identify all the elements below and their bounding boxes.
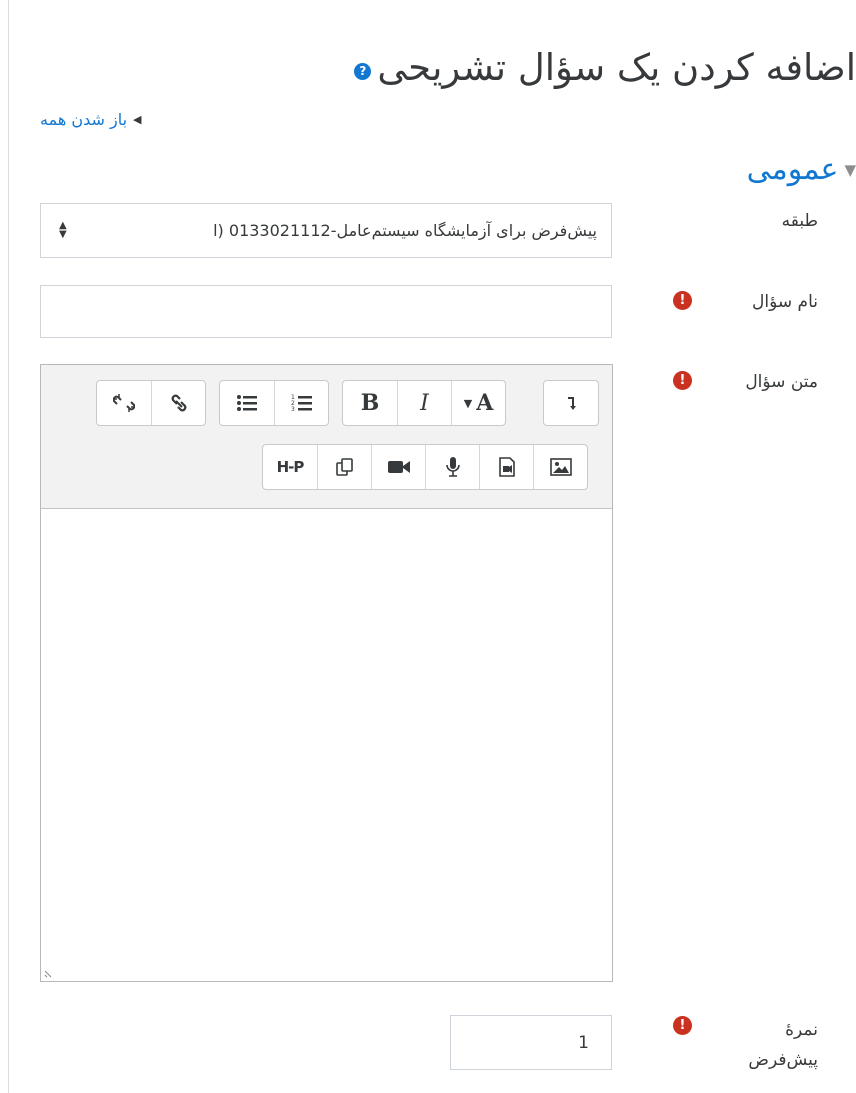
required-icon: ! — [673, 1016, 692, 1035]
page-left-border — [8, 0, 9, 1093]
question-text-label: متن سؤال — [745, 372, 818, 392]
question-name-input[interactable] — [40, 285, 612, 338]
unordered-list-icon — [237, 395, 257, 411]
expand-all-link[interactable]: ◀ باز شدن همه — [40, 110, 142, 129]
editor-content-area[interactable] — [41, 509, 612, 981]
microphone-icon — [445, 457, 460, 477]
h5p-button[interactable]: H-P — [263, 445, 317, 489]
copy-files-icon — [335, 458, 353, 476]
italic-button[interactable]: I — [397, 381, 451, 425]
video-button[interactable] — [371, 445, 425, 489]
video-camera-icon — [387, 461, 410, 473]
unlink-icon — [113, 394, 135, 412]
toolbar-group-media: H-P — [262, 444, 588, 490]
page-title-text: اضافه کردن یک سؤال تشریحی — [377, 46, 856, 89]
unlink-button[interactable] — [97, 381, 151, 425]
bold-button[interactable]: B — [343, 381, 397, 425]
image-button[interactable] — [533, 445, 587, 489]
svg-text:3: 3 — [291, 406, 295, 413]
question-text-editor[interactable]: B I ▼ A 1 2 3 H-P — [40, 364, 613, 982]
toolbar-group-format: B I ▼ A — [342, 380, 506, 426]
editor-toolbar: B I ▼ A 1 2 3 H-P — [41, 365, 612, 509]
audio-button[interactable] — [425, 445, 479, 489]
category-label: طبقه — [781, 211, 818, 231]
dropdown-caret-icon: ▼ — [463, 396, 473, 410]
manage-files-button[interactable] — [317, 445, 371, 489]
media-file-icon — [498, 457, 515, 477]
select-caret-icon: ▲ ▼ — [59, 220, 67, 240]
page-title: اضافه کردن یک سؤال تشریحی ? — [354, 40, 856, 96]
toolbar-group-links — [96, 380, 206, 426]
section-general-title[interactable]: عمومی — [747, 150, 839, 190]
default-mark-label: نمرهٔ پیش‌فرض — [748, 1015, 818, 1075]
toolbar-group-collapse — [543, 380, 599, 426]
link-icon — [171, 394, 186, 412]
caret-left-icon: ◀ — [133, 113, 142, 126]
toolbar-group-lists: 1 2 3 — [219, 380, 329, 426]
unordered-list-button[interactable] — [220, 381, 274, 425]
image-icon — [549, 458, 572, 476]
category-selected-value: پیش‌فرض برای آزمایشگاه سیستم‌عامل-013302… — [213, 221, 597, 240]
link-button[interactable] — [151, 381, 205, 425]
default-mark-label-line2: پیش‌فرض — [748, 1050, 818, 1070]
required-icon: ! — [673, 371, 692, 390]
default-mark-input[interactable]: 1 — [450, 1015, 612, 1070]
font-color-label: A — [476, 390, 494, 416]
collapse-toolbar-button[interactable] — [544, 381, 598, 425]
section-general-header[interactable]: ▼ عمومی — [747, 150, 856, 190]
ordered-list-icon: 1 2 3 — [291, 394, 312, 413]
default-mark-value: 1 — [578, 1032, 589, 1053]
collapse-icon — [568, 397, 576, 410]
expand-all-label[interactable]: باز شدن همه — [40, 110, 127, 129]
category-select[interactable]: پیش‌فرض برای آزمایشگاه سیستم‌عامل-013302… — [40, 203, 612, 258]
required-icon: ! — [673, 291, 692, 310]
media-button[interactable] — [479, 445, 533, 489]
chevron-down-icon[interactable]: ▼ — [844, 161, 856, 179]
default-mark-label-line1: نمرهٔ — [785, 1020, 818, 1040]
question-circle-icon[interactable]: ? — [354, 62, 372, 80]
ordered-list-button[interactable]: 1 2 3 — [274, 381, 328, 425]
font-color-button[interactable]: ▼ A — [451, 381, 505, 425]
resize-handle-icon[interactable] — [43, 967, 55, 979]
question-name-label: نام سؤال — [752, 292, 818, 312]
